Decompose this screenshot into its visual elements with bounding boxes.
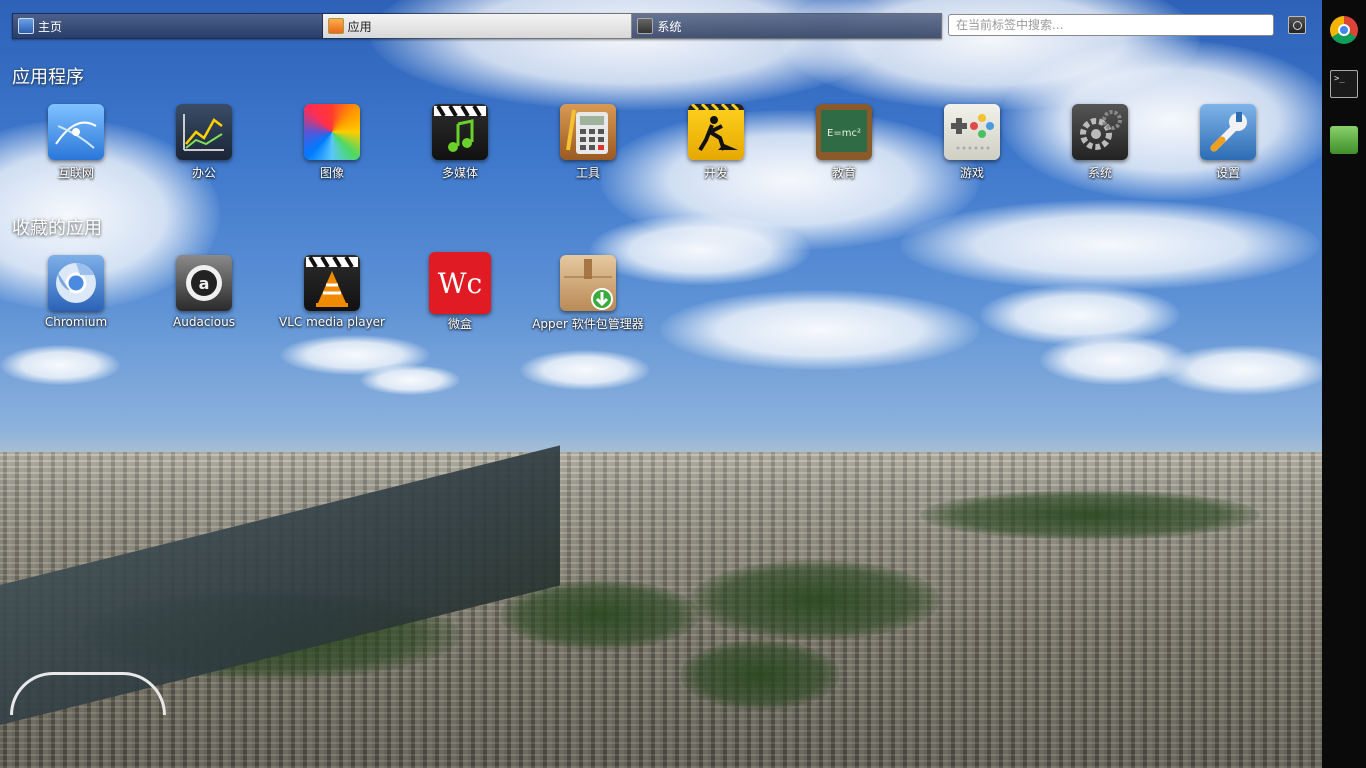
education-chalkboard-icon: E=mc²: [816, 104, 872, 160]
category-office-label: 办公: [191, 166, 216, 180]
category-internet-label: 互联网: [57, 166, 94, 180]
category-tab-bar: 主页 应用 系统: [12, 13, 942, 39]
system-icon: [637, 18, 654, 34]
vlc-icon: [304, 255, 360, 311]
calculator-icon: [560, 104, 616, 160]
category-tools-label: 工具: [575, 166, 600, 180]
system-gear-icon: [1072, 104, 1128, 160]
favorite-chromium[interactable]: Chromium: [16, 255, 136, 329]
apper-package-icon: [560, 255, 616, 311]
internet-icon: [48, 104, 104, 160]
tab-applications[interactable]: 应用: [322, 14, 633, 38]
favorite-audacious-label: Audacious: [173, 315, 235, 329]
category-education-label: 教育: [831, 166, 856, 180]
chrome-icon[interactable]: [1330, 16, 1358, 44]
category-games-label: 游戏: [959, 166, 984, 180]
apps-icon: [327, 18, 344, 34]
category-settings[interactable]: 设置: [1168, 104, 1288, 181]
configure-button[interactable]: [1288, 16, 1306, 34]
gamepad-icon: [944, 104, 1000, 160]
applications-section-title: 应用程序: [12, 67, 84, 88]
favorites-section-title: 收藏的应用: [12, 218, 102, 239]
svg-text:a: a: [199, 274, 210, 293]
development-icon: [688, 104, 744, 160]
category-development[interactable]: 开发: [656, 104, 776, 181]
home-icon: [18, 18, 34, 34]
settings-wrench-icon: [1200, 104, 1256, 160]
svg-text:E=mc²: E=mc²: [827, 128, 861, 139]
category-multimedia[interactable]: 多媒体: [400, 104, 520, 181]
graphics-icon: [304, 104, 360, 160]
multimedia-icon: [432, 104, 488, 160]
category-games[interactable]: 游戏: [912, 104, 1032, 181]
chromium-icon: [48, 255, 104, 311]
tab-home-label: 主页: [38, 19, 63, 34]
tab-system-label: 系统: [657, 19, 682, 34]
category-graphics[interactable]: 图像: [272, 104, 392, 181]
right-dock: [1322, 0, 1366, 768]
category-settings-label: 设置: [1215, 166, 1240, 180]
tab-system[interactable]: 系统: [632, 14, 942, 38]
category-education[interactable]: E=mc² 教育: [784, 104, 904, 181]
search-input[interactable]: [948, 14, 1274, 36]
category-tools[interactable]: 工具: [528, 104, 648, 181]
category-office[interactable]: 办公: [144, 104, 264, 181]
favorite-vlc[interactable]: VLC media player: [272, 255, 392, 329]
tab-applications-label: 应用: [347, 19, 372, 34]
favorite-apper-label: Apper 软件包管理器: [532, 317, 644, 331]
category-graphics-label: 图像: [319, 166, 344, 180]
tab-home[interactable]: 主页: [13, 14, 323, 38]
leaf-app-icon[interactable]: [1330, 126, 1358, 154]
wc-icon: Wc: [429, 252, 491, 314]
favorite-apper[interactable]: Apper 软件包管理器: [528, 255, 648, 332]
audacious-icon: a: [176, 255, 232, 311]
favorite-wc-label: 微盒: [447, 317, 472, 331]
terminal-icon[interactable]: [1330, 70, 1358, 98]
category-system-label: 系统: [1087, 166, 1112, 180]
office-chart-icon: [176, 104, 232, 160]
favorite-chromium-label: Chromium: [44, 315, 108, 329]
category-internet[interactable]: 互联网: [16, 104, 136, 181]
favorite-vlc-label: VLC media player: [278, 315, 385, 329]
category-system[interactable]: 系统: [1040, 104, 1160, 181]
category-multimedia-label: 多媒体: [441, 166, 478, 180]
category-development-label: 开发: [703, 166, 728, 180]
favorite-wc[interactable]: Wc 微盒: [400, 252, 520, 332]
favorite-audacious[interactable]: a Audacious: [144, 255, 264, 329]
